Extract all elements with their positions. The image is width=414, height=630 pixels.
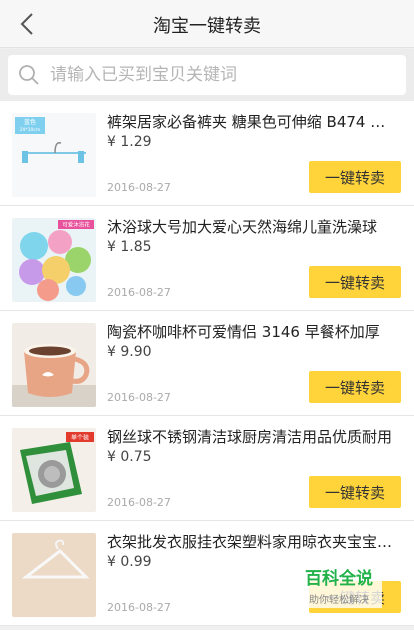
watermark-subtitle: 助你轻松解决 [309,595,369,606]
product-image[interactable] [12,323,96,407]
purchase-date: 2016-08-27 [107,181,171,194]
search-bar [0,49,414,101]
product-name[interactable]: 陶瓷杯咖啡杯可爱情侣 3146 早餐杯加厚 [107,321,397,342]
resell-button[interactable]: 一键转卖 [309,476,401,508]
thumb-tag: 单个装 [71,434,89,442]
product-image[interactable]: 蓝色 29*10cm [12,113,96,197]
product-price: ¥ 0.99 [107,554,152,570]
product-price: ¥ 1.85 [107,239,152,255]
page-title: 淘宝一键转卖 [153,16,261,37]
thumb-tag: 可爱沐浴花 [62,221,90,229]
list-item: 可爱沐浴花 沐浴球大号加大爱心天然海绵儿童洗澡球 ¥ 1.85 2016-08-… [0,206,414,311]
search-box[interactable] [8,55,406,95]
product-name[interactable]: 衣架批发衣服挂衣架塑料家用晾衣夹宝宝衣架 [107,531,397,552]
purchase-date: 2016-08-27 [107,601,171,614]
list-item: 单个装 钢丝球不锈钢清洁球厨房清洁用品优质耐用 ¥ 0.75 2016-08-2… [0,416,414,521]
product-image[interactable]: 可爱沐浴花 [12,218,96,302]
resell-button[interactable]: 一键转卖 [309,371,401,403]
product-name[interactable]: 裤架居家必备裤夹 糖果色可伸缩 B474 晾衣架 [107,111,397,132]
product-image[interactable]: 单个装 [12,428,96,512]
resell-button[interactable]: 一键转卖 [309,161,401,193]
product-price: ¥ 0.75 [107,449,152,465]
product-name[interactable]: 沐浴球大号加大爱心天然海绵儿童洗澡球 [107,216,397,237]
header-bar: 淘宝一键转卖 [0,0,414,48]
purchased-items-list: 蓝色 29*10cm 裤架居家必备裤夹 糖果色可伸缩 B474 晾衣架 ¥ 1.… [0,101,414,626]
purchase-date: 2016-08-27 [107,391,171,404]
thumb-size-label: 29*10cm [20,127,41,133]
search-icon [19,65,39,85]
watermark-logo: 百科全说 助你轻松解决 [296,560,382,608]
purchase-date: 2016-08-27 [107,286,171,299]
resell-button[interactable]: 一键转卖 [309,266,401,298]
product-price: ¥ 1.29 [107,134,152,150]
product-image[interactable] [12,533,96,617]
list-item: 陶瓷杯咖啡杯可爱情侣 3146 早餐杯加厚 ¥ 9.90 2016-08-27 … [0,311,414,416]
product-name[interactable]: 钢丝球不锈钢清洁球厨房清洁用品优质耐用 [107,426,397,447]
purchase-date: 2016-08-27 [107,496,171,509]
list-item: 蓝色 29*10cm 裤架居家必备裤夹 糖果色可伸缩 B474 晾衣架 ¥ 1.… [0,101,414,206]
watermark-title: 百科全说 [305,569,373,589]
search-input[interactable] [50,55,390,95]
thumb-color-label: 蓝色 [24,118,36,126]
product-price: ¥ 9.90 [107,344,152,360]
